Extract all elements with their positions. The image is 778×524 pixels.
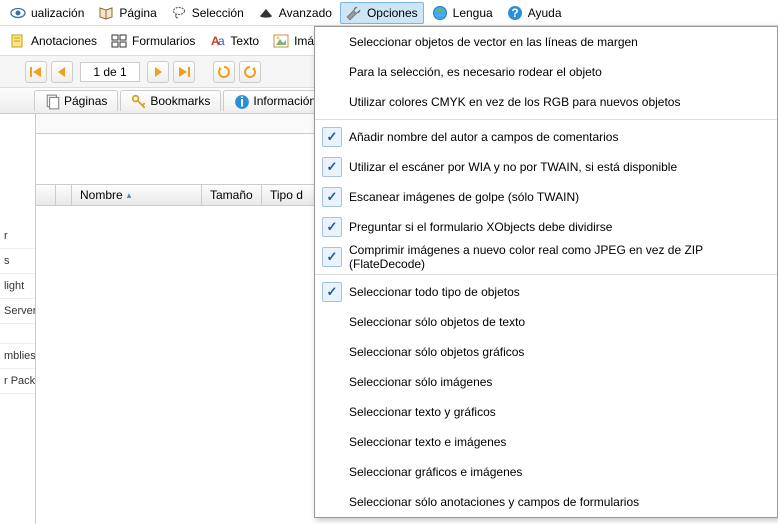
image-icon (273, 33, 289, 49)
menu-item[interactable]: Seleccionar objetos de vector en las lín… (315, 27, 777, 57)
menu-label: Selección (192, 6, 244, 20)
menu-avanzado[interactable]: Avanzado (252, 2, 338, 24)
tab-paginas[interactable]: Páginas (34, 90, 118, 111)
menu-label: Página (119, 6, 156, 20)
form-icon (111, 33, 127, 49)
check-icon: ✓ (322, 187, 342, 207)
menu-label: Opciones (367, 6, 418, 20)
folder-tree-panel: r s light Server C mblies r Pack (0, 114, 36, 524)
menu-item[interactable]: Seleccionar texto e imágenes (315, 427, 777, 457)
nav-prev-button[interactable] (51, 61, 73, 83)
svg-text:a: a (218, 34, 225, 48)
menu-ayuda[interactable]: ? Ayuda (501, 2, 568, 24)
tab-informacion[interactable]: i Información (223, 90, 327, 111)
menu-item[interactable]: Seleccionar sólo objetos de texto (315, 307, 777, 337)
tool-texto[interactable]: Aa Texto (203, 30, 265, 52)
tool-anotaciones[interactable]: Anotaciones (4, 30, 103, 52)
tab-label: Páginas (64, 94, 107, 108)
eye-icon (10, 5, 26, 21)
globe-icon (432, 5, 448, 21)
column-label: Nombre (80, 188, 123, 202)
menu-label: Ayuda (528, 6, 562, 20)
nav-last-button[interactable] (173, 61, 195, 83)
menu-label: Lengua (453, 6, 493, 20)
grid-icon-col (56, 185, 72, 205)
opciones-dropdown: Seleccionar objetos de vector en las lín… (314, 26, 778, 518)
tree-item[interactable]: mblies (0, 344, 35, 369)
hat-icon (258, 5, 274, 21)
menu-item[interactable]: Seleccionar gráficos e imágenes (315, 457, 777, 487)
tree-item[interactable]: s (0, 249, 35, 274)
menu-pagina[interactable]: Página (92, 2, 162, 24)
menu-separator (315, 119, 777, 120)
tree-item[interactable]: Server C (0, 299, 35, 324)
menu-visualizacion[interactable]: ualización (4, 2, 90, 24)
menu-lengua[interactable]: Lengua (426, 2, 499, 24)
menu-item[interactable]: Seleccionar texto y gráficos (315, 397, 777, 427)
nav-refresh-button[interactable] (213, 61, 235, 83)
help-icon: ? (507, 5, 523, 21)
menu-item-checked[interactable]: ✓Comprimir imágenes a nuevo color real c… (315, 242, 777, 272)
menu-item-checked[interactable]: ✓Escanear imágenes de golpe (sólo TWAIN) (315, 182, 777, 212)
pages-icon (45, 94, 59, 108)
menu-item[interactable]: Para la selección, es necesario rodear e… (315, 57, 777, 87)
menu-item-checked[interactable]: ✓Seleccionar todo tipo de objetos (315, 277, 777, 307)
wrench-icon (346, 5, 362, 21)
text-icon: Aa (209, 33, 225, 49)
column-label: Tamaño (210, 188, 253, 202)
menu-label: Avanzado (279, 6, 332, 20)
lasso-icon (171, 5, 187, 21)
tool-formularios[interactable]: Formularios (105, 30, 201, 52)
tab-bookmarks[interactable]: Bookmarks (120, 90, 221, 111)
book-icon (98, 5, 114, 21)
menu-item-checked[interactable]: ✓Preguntar si el formulario XObjects deb… (315, 212, 777, 242)
check-icon: ✓ (322, 282, 342, 302)
nav-next-button[interactable] (147, 61, 169, 83)
grid-expand-col (36, 185, 56, 205)
menu-separator (315, 274, 777, 275)
svg-text:?: ? (511, 6, 518, 20)
check-icon: ✓ (322, 157, 342, 177)
tool-label: Formularios (132, 34, 195, 48)
menu-item[interactable]: Utilizar colores CMYK en vez de los RGB … (315, 87, 777, 117)
menu-item[interactable]: Seleccionar sólo imágenes (315, 367, 777, 397)
nav-first-button[interactable] (25, 61, 47, 83)
column-label: Tipo d (270, 188, 303, 202)
svg-text:i: i (241, 95, 245, 110)
tree-item[interactable]: r Pack (0, 369, 35, 394)
note-icon (10, 33, 26, 49)
column-tamano[interactable]: Tamaño (202, 185, 262, 205)
tool-label: Texto (230, 34, 259, 48)
menu-item[interactable]: Seleccionar sólo anotaciones y campos de… (315, 487, 777, 517)
tool-label: Anotaciones (31, 34, 97, 48)
bookmark-icon (131, 94, 145, 108)
menu-label: ualización (31, 6, 84, 20)
nav-rotate-button[interactable] (239, 61, 261, 83)
menu-item-checked[interactable]: ✓Utilizar el escáner por WIA y no por TW… (315, 152, 777, 182)
column-nombre[interactable]: Nombre ▴ (72, 185, 202, 205)
tab-label: Información (253, 94, 316, 108)
info-icon: i (234, 94, 248, 108)
menu-item-checked[interactable]: ✓Añadir nombre del autor a campos de com… (315, 122, 777, 152)
main-menu-bar: ualización Página Selección Avanzado Opc… (0, 0, 778, 26)
menu-seleccion[interactable]: Selección (165, 2, 250, 24)
sort-asc-icon: ▴ (127, 190, 132, 201)
page-number-input[interactable] (80, 62, 140, 82)
tab-label: Bookmarks (150, 94, 210, 108)
menu-opciones[interactable]: Opciones (340, 2, 424, 24)
tree-item[interactable]: light (0, 274, 35, 299)
check-icon: ✓ (322, 217, 342, 237)
tree-item[interactable]: r (0, 224, 35, 249)
menu-item[interactable]: Seleccionar sólo objetos gráficos (315, 337, 777, 367)
tree-item[interactable] (0, 324, 35, 344)
check-icon: ✓ (322, 247, 342, 267)
check-icon: ✓ (322, 127, 342, 147)
